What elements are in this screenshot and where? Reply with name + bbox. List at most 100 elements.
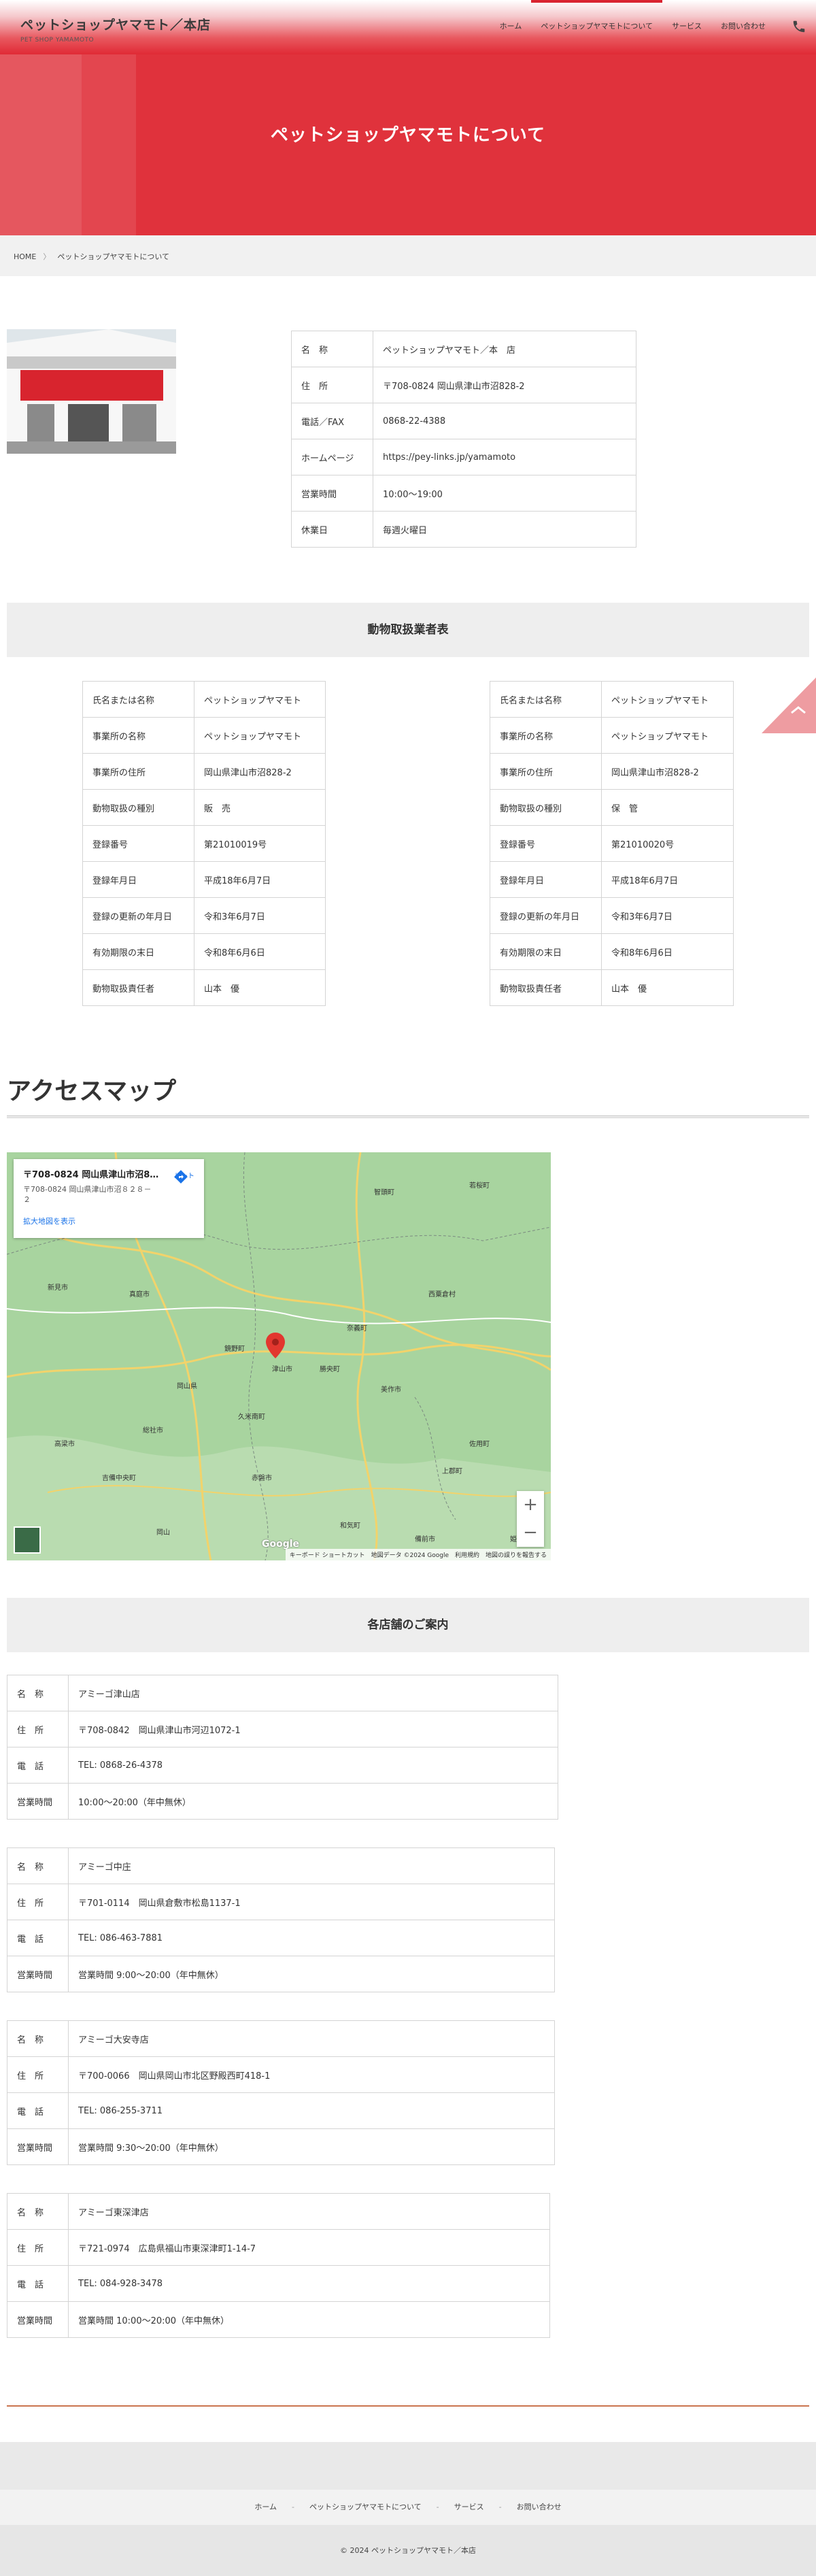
table-row: 電 話 TEL: 0868-26-4378 (7, 1747, 558, 1784)
map-label: 和気町 (340, 1522, 360, 1530)
row-value: 令和8年6月6日 (601, 933, 734, 970)
store-table: 名 称アミーゴ中庄住 所〒701-0114 岡山県倉敷市松島1137-1 電 話T… (7, 1847, 555, 1992)
row-value: アミーゴ大安寺店 (68, 2020, 555, 2057)
map-label: 津山市 (272, 1366, 292, 1373)
table-row: 名 称アミーゴ東深津店 (7, 2193, 550, 2230)
table-row: 住 所〒708-0824 岡山県津山市沼828-2 (291, 367, 636, 403)
access-map-heading: アクセスマップ (7, 1077, 177, 1105)
google-map[interactable]: 岡山県 津山市 真庭市 美作市 鏡野町 勝央町 奈義町 久米南町 吉備中央町 赤… (7, 1152, 551, 1560)
footer-link-about[interactable]: ペットショップヤマモトについて (309, 2503, 422, 2511)
nav-contact[interactable]: お問い合わせ (711, 20, 775, 54)
row-value: 販 売 (194, 789, 326, 826)
table-row: 電話／FAX 0868-22-4388 (291, 403, 636, 439)
row-value: 〒700-0066 岡山県岡山市北区野殿西町418-1 (68, 2056, 555, 2093)
map-card-address: 〒708-0824 岡山県津山市沼８２８－２ (23, 1185, 152, 1204)
row-value: TEL: 086-255-3711 (68, 2092, 555, 2129)
table-row: 名 称アミーゴ中庄 (7, 1847, 555, 1884)
nav-about[interactable]: ペットショップヤマモトについて (531, 0, 662, 54)
google-logo: Google (262, 1539, 300, 1550)
animal-registry-table: 氏名または名称 ペットショップヤマモト 事業所の名称 ペットショップヤマモト 事業所の住… (82, 681, 326, 1006)
row-value: ペットショップヤマモト (194, 717, 326, 754)
map-attribution[interactable]: キーボード ショートカット 地図データ ©2024 Google 利用規約 地図… (285, 1549, 551, 1560)
row-label: 営業時間 (7, 2301, 69, 2338)
table-row: 動物取扱責任者 山本 優 (490, 969, 734, 1006)
map-label: 真庭市 (129, 1291, 150, 1299)
map-layer-button[interactable] (14, 1526, 41, 1554)
map-label: 西粟倉村 (428, 1291, 456, 1299)
row-value: アミーゴ東深津店 (68, 2193, 550, 2230)
footer-link-home[interactable]: ホーム (254, 2503, 277, 2511)
row-value: アミーゴ津山店 (68, 1675, 558, 1711)
row-value: 令和3年6月7日 (601, 897, 734, 934)
row-value: ペットショップヤマモト (601, 717, 734, 754)
row-label: 動物取扱責任者 (490, 969, 602, 1006)
row-value: 平成18年6月7日 (601, 861, 734, 898)
row-label: 有効期限の末日 (82, 933, 194, 970)
table-row: 住 所〒721-0974 広島県福山市東深津町1-14-7 (7, 2229, 550, 2266)
map-label: 吉備中央町 (102, 1475, 136, 1482)
copyright: © 2024 ペットショップヤマモト／本店 (0, 2525, 816, 2576)
table-row: 事業所の住所 岡山県津山市沼828-2 (82, 753, 326, 790)
table-row: 休業日 毎週火曜日 (291, 511, 636, 548)
row-label: 営業時間 (7, 1956, 69, 1992)
section-heading: 各店舗のご案内 (7, 1598, 809, 1652)
back-to-top-button[interactable] (762, 678, 816, 733)
table-row: 有効期限の末日 令和8年6月6日 (490, 933, 734, 970)
row-label: 住 所 (291, 367, 373, 403)
row-label: 住 所 (7, 1711, 69, 1747)
row-value: 岡山県津山市沼828-2 (194, 753, 326, 790)
table-row: 動物取扱の種別保 管 (490, 789, 734, 826)
hero-banner: ペットショップヤマモトについて (0, 54, 816, 235)
row-label: 登録番号 (82, 825, 194, 862)
footer-link-service[interactable]: サービス (454, 2503, 484, 2511)
footer-separator: - (292, 2503, 294, 2511)
footer-separator: - (498, 2503, 502, 2511)
nav-service[interactable]: サービス (662, 20, 711, 54)
map-label: 鏡野町 (224, 1345, 245, 1353)
row-label: 登録の更新の年月日 (82, 897, 194, 934)
footer-link-contact[interactable]: お問い合わせ (517, 2503, 562, 2511)
row-label: ホームページ (291, 439, 373, 475)
breadcrumb-home[interactable]: HOME (14, 252, 36, 261)
table-row: 事業所の住所 岡山県津山市沼828-2 (490, 753, 734, 790)
store-table: 名 称アミーゴ津山店住 所〒708-0842 岡山県津山市河辺1072-1 電 話… (7, 1675, 558, 1820)
map-label: 備前市 (415, 1536, 435, 1543)
table-row: 営業時間 営業時間 9:30〜20:00（年中無休） (7, 2128, 555, 2165)
row-label: 住 所 (7, 2229, 69, 2266)
map-card-title: 〒708-0824 岡山県津山市沼8… (23, 1170, 159, 1180)
directions-icon (174, 1170, 188, 1184)
row-label: 住 所 (7, 2056, 69, 2093)
row-value: 〒721-0974 広島県福山市東深津町1-14-7 (68, 2229, 550, 2266)
zoom-in-button[interactable]: + (517, 1491, 544, 1519)
row-value: https://pey-links.jp/yamamoto (373, 439, 636, 475)
map-place-card: 〒708-0824 岡山県津山市沼8… 〒708-0824 岡山県津山市沼８２８… (14, 1159, 204, 1238)
zoom-out-button[interactable]: − (517, 1519, 544, 1547)
row-label: 休業日 (291, 511, 373, 548)
row-value: 山本 優 (194, 969, 326, 1006)
site-title[interactable]: ペットショップヤマモト／本店 (20, 15, 211, 33)
divider (7, 1116, 809, 1118)
site-subtitle: PET SHOP YAMAMOTO (20, 37, 95, 44)
map-label: 智頭町 (374, 1189, 394, 1197)
row-value: TEL: 084-928-3478 (68, 2265, 550, 2302)
phone-icon[interactable] (792, 19, 806, 34)
row-label: 名 称 (7, 2193, 69, 2230)
row-label: 氏名または名称 (82, 681, 194, 718)
nav-home[interactable]: ホーム (490, 20, 532, 54)
table-row: 営業時間 営業時間 9:00〜20:00（年中無休） (7, 1956, 555, 1992)
row-value: 山本 優 (601, 969, 734, 1006)
route-button[interactable]: ルート (174, 1170, 194, 1184)
map-label: 若桜町 (469, 1182, 490, 1190)
row-value: 営業時間 9:00〜20:00（年中無休） (68, 1956, 555, 1992)
breadcrumb: HOME 〉ペットショップヤマモトについて (0, 235, 816, 276)
row-value: 営業時間 9:30〜20:00（年中無休） (68, 2128, 555, 2165)
view-larger-map-link[interactable]: 拡大地図を表示 (23, 1216, 194, 1226)
map-label: 美作市 (381, 1386, 401, 1394)
row-value: 平成18年6月7日 (194, 861, 326, 898)
row-label: 営業時間 (7, 1783, 69, 1820)
table-row: 名 称アミーゴ津山店 (7, 1675, 558, 1711)
map-label: 上郡町 (442, 1468, 462, 1475)
row-value: ペットショップヤマモト／本 店 (373, 331, 636, 367)
table-row: 有効期限の末日 令和8年6月6日 (82, 933, 326, 970)
zoom-controls: + − (517, 1491, 544, 1547)
